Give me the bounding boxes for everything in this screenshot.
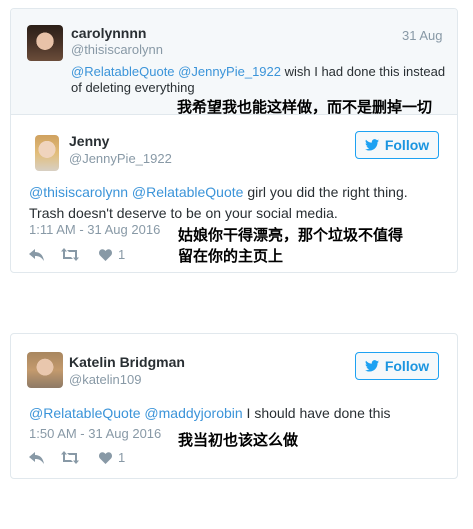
follow-label: Follow <box>384 358 430 374</box>
reply-button[interactable] <box>29 452 44 464</box>
chinese-translation: 我希望我也能这样做，而不是删掉一切 <box>177 98 433 116</box>
text-fragment: Trash doesn't deserve to be on your soci… <box>29 205 338 221</box>
mention-link[interactable]: @RelatableQuote <box>71 64 175 79</box>
reply-button[interactable] <box>29 249 44 261</box>
mention-link[interactable]: @JennyPie_1922 <box>178 64 281 79</box>
retweet-button[interactable] <box>61 451 79 464</box>
follow-button[interactable]: Follow <box>355 352 439 380</box>
reply-icon <box>29 249 44 261</box>
tweet-card-jenny: carolynnnn @thisiscarolynn 31 Aug @Relat… <box>10 8 458 273</box>
tweet-text: @thisiscarolynn @RelatableQuote girl you… <box>29 182 408 224</box>
tweet-date[interactable]: 31 Aug <box>402 28 443 43</box>
chinese-translation: 我当初也该这么做 <box>178 431 299 449</box>
chinese-translation: 留在你的主页上 <box>178 247 284 265</box>
retweet-button[interactable] <box>61 248 79 261</box>
like-count: 1 <box>118 247 126 262</box>
tweet-timestamp[interactable]: 1:50 AM - 31 Aug 2016 <box>29 426 161 441</box>
mention-link[interactable]: @maddyjorobin <box>144 405 242 421</box>
heart-icon <box>99 248 112 261</box>
author-handle[interactable]: @katelin109 <box>69 372 141 387</box>
text-fragment: of deleting everything <box>71 80 195 95</box>
tweet-text: @RelatableQuote @maddyjorobin I should h… <box>29 403 391 424</box>
avatar[interactable] <box>35 135 59 171</box>
text-fragment: wish I had done this instead <box>281 64 446 79</box>
author-handle[interactable]: @thisiscarolynn <box>71 42 163 57</box>
text-fragment: I should have done this <box>242 405 391 421</box>
mention-link[interactable]: @RelatableQuote <box>29 405 141 421</box>
tweet-card-katelin: Katelin Bridgman @katelin109 Follow @Rel… <box>10 333 458 479</box>
heart-icon <box>99 451 112 464</box>
parent-tweet: carolynnnn @thisiscarolynn 31 Aug @Relat… <box>11 9 457 116</box>
author-name[interactable]: carolynnnn <box>71 25 146 41</box>
tweet-text: @RelatableQuote @JennyPie_1922 wish I ha… <box>71 64 445 96</box>
retweet-icon <box>61 248 79 261</box>
author-name[interactable]: Jenny <box>69 133 109 149</box>
mention-link[interactable]: @RelatableQuote <box>132 184 244 200</box>
retweet-icon <box>61 451 79 464</box>
twitter-bird-icon <box>364 139 379 151</box>
like-button[interactable]: 1 <box>99 247 125 262</box>
tweet-timestamp[interactable]: 1:11 AM - 31 Aug 2016 <box>29 222 160 237</box>
like-button[interactable]: 1 <box>99 450 125 465</box>
author-handle[interactable]: @JennyPie_1922 <box>69 151 172 166</box>
avatar[interactable] <box>27 352 63 388</box>
chinese-translation: 姑娘你干得漂亮，那个垃圾不值得 <box>178 226 404 244</box>
text-fragment: girl you did the right thing. <box>243 184 408 200</box>
twitter-bird-icon <box>364 360 379 372</box>
author-name[interactable]: Katelin Bridgman <box>69 354 185 370</box>
avatar[interactable] <box>27 25 63 61</box>
mention-link[interactable]: @thisiscarolynn <box>29 184 128 200</box>
follow-label: Follow <box>384 137 430 153</box>
reply-icon <box>29 452 44 464</box>
follow-button[interactable]: Follow <box>355 131 439 159</box>
like-count: 1 <box>118 450 126 465</box>
